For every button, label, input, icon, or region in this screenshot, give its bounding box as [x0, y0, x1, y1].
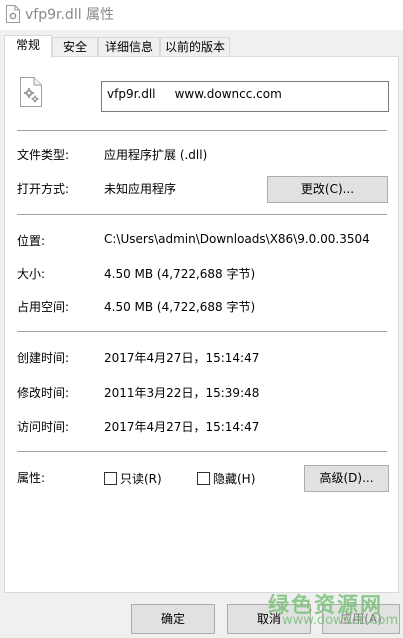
readonly-label[interactable]: 只读(R)	[120, 470, 162, 487]
opens-with-value: 未知应用程序	[104, 182, 177, 196]
dll-gear-file-icon	[20, 77, 42, 107]
divider	[17, 331, 387, 332]
created-label: 创建时间:	[17, 351, 70, 365]
divider	[17, 451, 387, 452]
divider	[17, 130, 387, 131]
opens-with-label: 打开方式:	[17, 182, 70, 196]
advanced-button[interactable]: 高级(D)...	[304, 465, 389, 492]
change-button[interactable]: 更改(C)...	[267, 176, 388, 203]
tab-strip: 常规 安全 详细信息 以前的版本	[0, 35, 403, 58]
watermark-url: www.downcc.com	[282, 613, 399, 628]
size-label: 大小:	[17, 267, 46, 281]
size-on-disk-label: 占用空间:	[17, 300, 70, 314]
location-label: 位置:	[17, 234, 46, 248]
modified-label: 修改时间:	[17, 386, 70, 400]
tab-previous-versions[interactable]: 以前的版本	[160, 37, 230, 57]
tab-security[interactable]: 安全	[52, 37, 98, 57]
window-title: vfp9r.dll 属性	[25, 7, 115, 23]
attributes-label: 属性:	[17, 471, 46, 485]
accessed-value: 2017年4月27日，15:14:47	[104, 420, 260, 434]
ok-button[interactable]: 确定	[131, 604, 215, 634]
size-value: 4.50 MB (4,722,688 字节)	[104, 267, 256, 281]
general-panel	[4, 56, 399, 593]
accessed-label: 访问时间:	[17, 420, 70, 434]
modified-value: 2011年3月22日，15:39:48	[104, 386, 260, 400]
dll-file-icon	[6, 5, 20, 23]
tab-general[interactable]: 常规	[4, 35, 52, 58]
file-name-field[interactable]: vfp9r.dll www.downcc.com	[101, 81, 389, 112]
watermark: 绿色资源网 www.downcc.com	[262, 586, 402, 636]
title-bar: vfp9r.dll 属性	[0, 0, 403, 30]
file-type-value: 应用程序扩展 (.dll)	[104, 148, 208, 162]
readonly-checkbox[interactable]	[104, 472, 117, 485]
file-type-label: 文件类型:	[17, 148, 70, 162]
hidden-label[interactable]: 隐藏(H)	[213, 470, 255, 487]
created-value: 2017年4月27日，15:14:47	[104, 351, 260, 365]
tab-details[interactable]: 详细信息	[98, 37, 160, 57]
hidden-checkbox[interactable]	[197, 472, 210, 485]
size-on-disk-value: 4.50 MB (4,722,688 字节)	[104, 300, 256, 314]
divider	[17, 214, 387, 215]
location-value: C:\Users\admin\Downloads\X86\9.0.00.3504	[104, 232, 370, 246]
